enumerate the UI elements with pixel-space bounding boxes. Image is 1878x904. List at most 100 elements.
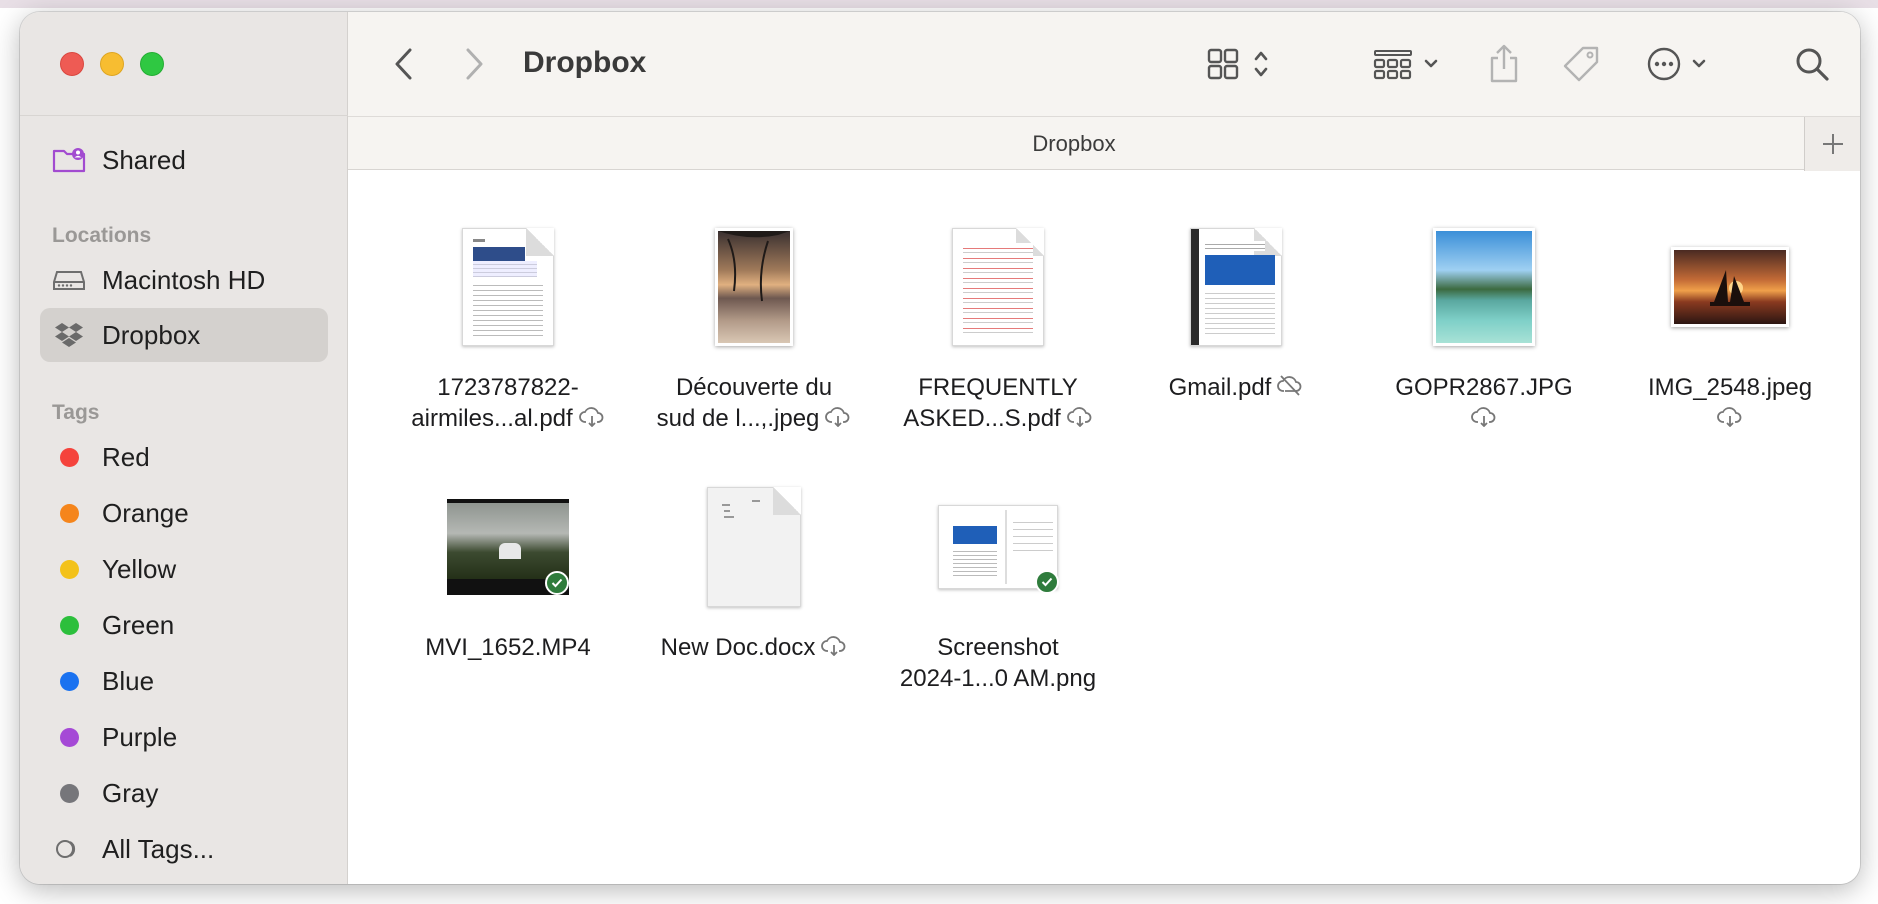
- sidebar-tag-red[interactable]: Red: [40, 430, 328, 484]
- drive-icon: [52, 265, 86, 295]
- cloud-download-icon[interactable]: [578, 404, 605, 435]
- file-item[interactable]: FREQUENTLY ASKED...S.pdf: [878, 222, 1118, 435]
- tags-header: Tags: [52, 401, 100, 424]
- file-item[interactable]: IMG_2548.jpeg: [1610, 222, 1850, 429]
- file-name: airmiles...al.pdf: [411, 405, 573, 432]
- cloud-download-icon[interactable]: [821, 633, 847, 664]
- file-item[interactable]: Découverte du sud de l...,.jpeg: [634, 222, 874, 435]
- yellow-tag-dot-icon: [59, 559, 79, 579]
- file-item[interactable]: MVI_1652.MP4: [388, 482, 628, 663]
- finder-window: Shared Locations Macintosh HD Dropbox Ta…: [20, 12, 1860, 884]
- file-name: sud de l...,.jpeg: [656, 405, 820, 432]
- sidebar-item-label: Dropbox: [102, 319, 201, 350]
- tropical-water-photo-thumbnail: [1433, 228, 1535, 346]
- group-button[interactable]: [1372, 38, 1448, 90]
- tag-label: Green: [102, 609, 175, 640]
- sidebar-tag-purple[interactable]: Purple: [40, 710, 328, 764]
- sidebar: Shared Locations Macintosh HD Dropbox Ta…: [20, 12, 348, 884]
- share-button[interactable]: [1484, 38, 1524, 90]
- tab-bar: Dropbox: [348, 116, 1860, 171]
- pdf-thumbnail: [462, 228, 554, 346]
- tag-icon: [1563, 46, 1599, 82]
- red-tag-dot-icon: [59, 447, 79, 467]
- back-button[interactable]: [384, 38, 424, 90]
- sidebar-all-tags[interactable]: All Tags...: [40, 822, 328, 876]
- file-name: Découverte du: [675, 374, 833, 401]
- all-tags-icon: [52, 834, 86, 864]
- forward-button[interactable]: [454, 38, 494, 90]
- file-item[interactable]: GOPR2867.JPG: [1364, 222, 1604, 429]
- sidebar-item-label: Shared: [102, 144, 186, 175]
- group-icon: [1373, 50, 1438, 80]
- purple-tag-dot-icon: [59, 727, 79, 747]
- toolbar: Dropbox: [348, 12, 1860, 116]
- sidebar-tag-orange[interactable]: Orange: [40, 486, 328, 540]
- blue-tag-dot-icon: [59, 671, 79, 691]
- background-strip: [0, 0, 1878, 8]
- file-item[interactable]: New Doc.docx: [634, 482, 874, 664]
- view-mode-button[interactable]: [1206, 38, 1282, 90]
- sidebar-divider: [20, 115, 348, 116]
- synced-check-icon: [1035, 570, 1059, 594]
- file-item[interactable]: Screenshot 2024-1...0 AM.png: [878, 482, 1118, 694]
- main-content: Dropbox Dropbox 1723787822- airmiles...a…: [348, 12, 1860, 884]
- beach-photo-thumbnail: [715, 228, 793, 346]
- sidebar-item-shared[interactable]: Shared: [40, 133, 328, 187]
- file-name: MVI_1652.MP4: [425, 634, 591, 661]
- file-name: 2024-1...0 AM.png: [899, 665, 1097, 692]
- file-item[interactable]: Gmail.pdf: [1116, 222, 1356, 404]
- cloud-download-icon[interactable]: [825, 404, 851, 435]
- pdf-thumbnail: [952, 228, 1044, 346]
- sidebar-tag-gray[interactable]: Gray: [40, 766, 328, 820]
- back-icon: [395, 48, 412, 80]
- minimize-window-button[interactable]: [100, 52, 124, 76]
- orange-tag-dot-icon: [59, 503, 79, 523]
- file-name: FREQUENTLY: [918, 374, 1078, 401]
- search-icon: [1796, 48, 1829, 81]
- more-actions-button[interactable]: [1644, 38, 1720, 90]
- sidebar-item-macintosh-hd[interactable]: Macintosh HD: [40, 253, 328, 307]
- file-name: Gmail.pdf: [1168, 374, 1272, 401]
- sidebar-tag-green[interactable]: Green: [40, 598, 328, 652]
- all-tags-label: All Tags...: [102, 833, 215, 864]
- forward-icon: [466, 48, 483, 80]
- sunset-sailboat-photo-thumbnail: [1671, 247, 1789, 327]
- green-tag-dot-icon: [59, 615, 79, 635]
- new-tab-button[interactable]: [1804, 117, 1860, 171]
- video-thumbnail: [447, 499, 569, 595]
- grid-view-icon: [1207, 48, 1268, 80]
- tag-label: Blue: [102, 665, 155, 696]
- screenshot-thumbnail: [938, 505, 1059, 594]
- sidebar-item-label: Macintosh HD: [102, 264, 266, 295]
- file-name: GOPR2867.JPG: [1395, 374, 1573, 401]
- share-icon: [1490, 44, 1518, 83]
- cloud-download-icon[interactable]: [1471, 404, 1497, 435]
- zoom-window-button[interactable]: [140, 52, 164, 76]
- file-name: ASKED...S.pdf: [903, 405, 1061, 432]
- close-window-button[interactable]: [60, 52, 84, 76]
- cloud-download-icon[interactable]: [1717, 404, 1743, 435]
- sidebar-item-dropbox[interactable]: Dropbox: [40, 308, 328, 362]
- tag-button[interactable]: [1560, 38, 1604, 90]
- file-name: New Doc.docx: [660, 634, 816, 661]
- tag-label: Yellow: [102, 553, 177, 584]
- dropbox-icon: [52, 320, 86, 350]
- locations-header: Locations: [52, 224, 152, 247]
- tag-label: Orange: [102, 497, 189, 528]
- file-name: IMG_2548.jpeg: [1647, 374, 1813, 401]
- docx-thumbnail: [707, 487, 801, 607]
- file-name: Screenshot: [937, 634, 1059, 661]
- search-button[interactable]: [1792, 38, 1832, 90]
- window-title: Dropbox: [523, 46, 647, 79]
- tag-label: Purple: [102, 721, 178, 752]
- cloud-offline-icon: [1277, 373, 1303, 404]
- sidebar-tag-yellow[interactable]: Yellow: [40, 542, 328, 596]
- plus-icon: [1822, 134, 1843, 154]
- tab-dropbox[interactable]: Dropbox: [348, 117, 1800, 171]
- sidebar-tag-blue[interactable]: Blue: [40, 654, 328, 708]
- file-item[interactable]: 1723787822- airmiles...al.pdf: [388, 222, 628, 435]
- pdf-thumbnail: [1190, 228, 1282, 346]
- synced-check-icon: [545, 571, 569, 595]
- cloud-download-icon[interactable]: [1066, 404, 1093, 435]
- file-name: 1723787822-: [437, 374, 579, 401]
